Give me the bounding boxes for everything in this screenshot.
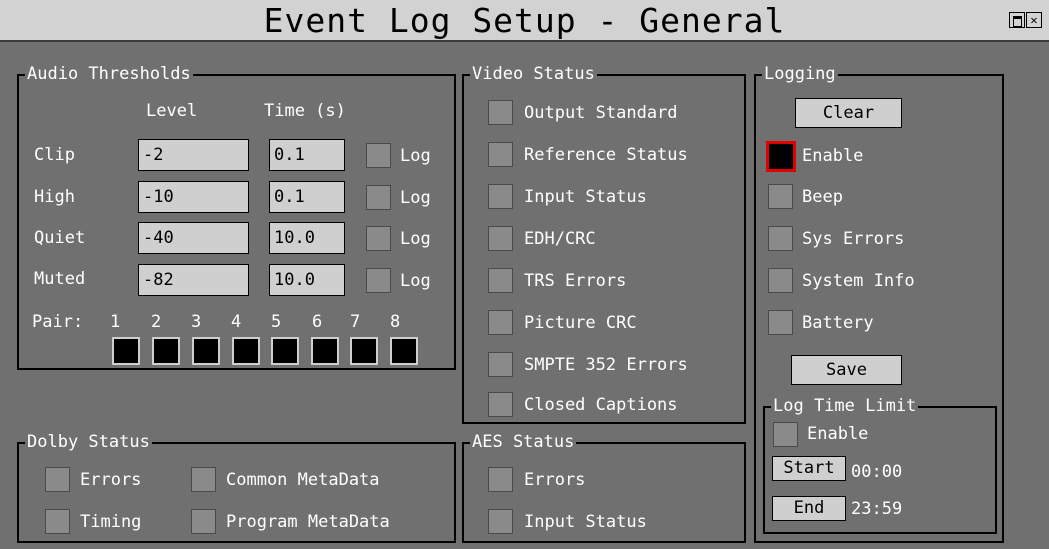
quiet-label: Quiet: [34, 228, 86, 248]
pair-number: 7: [350, 312, 361, 332]
muted-log-checkbox[interactable]: [366, 268, 391, 293]
pair-number: 8: [390, 312, 401, 332]
reference-status-checkbox[interactable]: [488, 142, 513, 167]
start-time-value: 00:00: [851, 462, 903, 482]
aes-errors-label: Errors: [524, 470, 586, 490]
pair-number: 5: [271, 312, 282, 332]
pair-1-checkbox[interactable]: [112, 337, 140, 365]
audio-thresholds-legend: Audio Thresholds: [25, 64, 193, 84]
clip-log-checkbox[interactable]: [366, 143, 391, 168]
time-column-header: Time (s): [264, 101, 346, 121]
system-info-checkbox[interactable]: [768, 268, 793, 293]
pair-number: 4: [231, 312, 242, 332]
input-status-label: Input Status: [524, 187, 647, 207]
reference-status-label: Reference Status: [524, 145, 688, 165]
output-standard-label: Output Standard: [524, 103, 678, 123]
pair-number: 3: [191, 312, 202, 332]
time-limit-enable-label: Enable: [807, 424, 869, 444]
pair-3-checkbox[interactable]: [192, 337, 220, 365]
quiet-time-field[interactable]: 10.0: [269, 222, 345, 254]
clip-time-field[interactable]: 0.1: [269, 139, 345, 171]
muted-time-field[interactable]: 10.0: [269, 264, 345, 296]
high-time-field[interactable]: 0.1: [269, 181, 345, 213]
pair-number: 1: [110, 312, 121, 332]
smpte-352-errors-label: SMPTE 352 Errors: [524, 355, 688, 375]
battery-checkbox[interactable]: [768, 310, 793, 335]
end-button[interactable]: End: [772, 496, 846, 521]
trs-errors-label: TRS Errors: [524, 271, 627, 291]
edh-crc-checkbox[interactable]: [488, 226, 513, 251]
muted-log-label: Log: [400, 271, 431, 291]
picture-crc-checkbox[interactable]: [488, 310, 513, 335]
end-time-value: 23:59: [851, 499, 903, 519]
program-metadata-checkbox[interactable]: [191, 509, 216, 534]
output-standard-checkbox[interactable]: [488, 100, 513, 125]
level-column-header: Level: [146, 101, 198, 121]
muted-label: Muted: [34, 269, 86, 289]
clip-log-label: Log: [400, 146, 431, 166]
pair-2-checkbox[interactable]: [152, 337, 180, 365]
quiet-level-field[interactable]: -40: [138, 222, 249, 254]
dolby-status-legend: Dolby Status: [25, 432, 152, 452]
edh-crc-label: EDH/CRC: [524, 229, 596, 249]
close-icon[interactable]: ✕: [1026, 12, 1042, 28]
aes-input-status-label: Input Status: [524, 512, 647, 532]
aes-errors-checkbox[interactable]: [488, 467, 513, 492]
logging-enable-checkbox[interactable]: [766, 141, 796, 172]
clear-button[interactable]: Clear: [795, 98, 902, 128]
program-metadata-label: Program MetaData: [226, 512, 390, 532]
high-label: High: [34, 187, 75, 207]
closed-captions-label: Closed Captions: [524, 395, 678, 415]
window-title: Event Log Setup - General: [263, 1, 786, 40]
quiet-log-label: Log: [400, 229, 431, 249]
logging-enable-label: Enable: [802, 146, 864, 166]
save-button[interactable]: Save: [791, 355, 902, 385]
high-level-field[interactable]: -10: [138, 181, 249, 213]
beep-checkbox[interactable]: [768, 184, 793, 209]
smpte-352-errors-checkbox[interactable]: [488, 352, 513, 377]
video-status-legend: Video Status: [470, 64, 597, 84]
timing-checkbox[interactable]: [45, 509, 70, 534]
aes-status-legend: AES Status: [470, 432, 577, 452]
pair-8-checkbox[interactable]: [390, 337, 418, 365]
battery-label: Battery: [802, 313, 874, 333]
quiet-log-checkbox[interactable]: [366, 226, 391, 251]
common-metadata-checkbox[interactable]: [191, 467, 216, 492]
log-time-limit-legend: Log Time Limit: [771, 396, 919, 416]
clip-level-field[interactable]: -2: [138, 139, 249, 171]
aes-input-status-checkbox[interactable]: [488, 509, 513, 534]
logging-legend: Logging: [762, 64, 838, 84]
restore-icon[interactable]: [1009, 12, 1025, 28]
high-log-checkbox[interactable]: [366, 185, 391, 210]
common-metadata-label: Common MetaData: [226, 470, 380, 490]
timing-label: Timing: [80, 512, 142, 532]
pair-7-checkbox[interactable]: [350, 337, 378, 365]
sys-errors-label: Sys Errors: [802, 229, 905, 249]
title-bar: Event Log Setup - General ✕: [0, 0, 1049, 42]
high-log-label: Log: [400, 188, 431, 208]
beep-label: Beep: [802, 187, 843, 207]
pair-5-checkbox[interactable]: [271, 337, 299, 365]
picture-crc-label: Picture CRC: [524, 313, 637, 333]
muted-level-field[interactable]: -82: [138, 264, 249, 296]
pair-label: Pair:: [32, 312, 84, 332]
time-limit-enable-checkbox[interactable]: [773, 422, 798, 447]
pair-number: 6: [312, 312, 323, 332]
sys-errors-checkbox[interactable]: [768, 226, 793, 251]
system-info-label: System Info: [802, 271, 915, 291]
clip-label: Clip: [34, 145, 75, 165]
trs-errors-checkbox[interactable]: [488, 268, 513, 293]
pair-number: 2: [151, 312, 162, 332]
start-button[interactable]: Start: [772, 456, 846, 481]
pair-4-checkbox[interactable]: [232, 337, 260, 365]
pair-6-checkbox[interactable]: [311, 337, 339, 365]
closed-captions-checkbox[interactable]: [488, 392, 513, 417]
dolby-errors-checkbox[interactable]: [45, 467, 70, 492]
dolby-errors-label: Errors: [80, 470, 142, 490]
input-status-checkbox[interactable]: [488, 184, 513, 209]
